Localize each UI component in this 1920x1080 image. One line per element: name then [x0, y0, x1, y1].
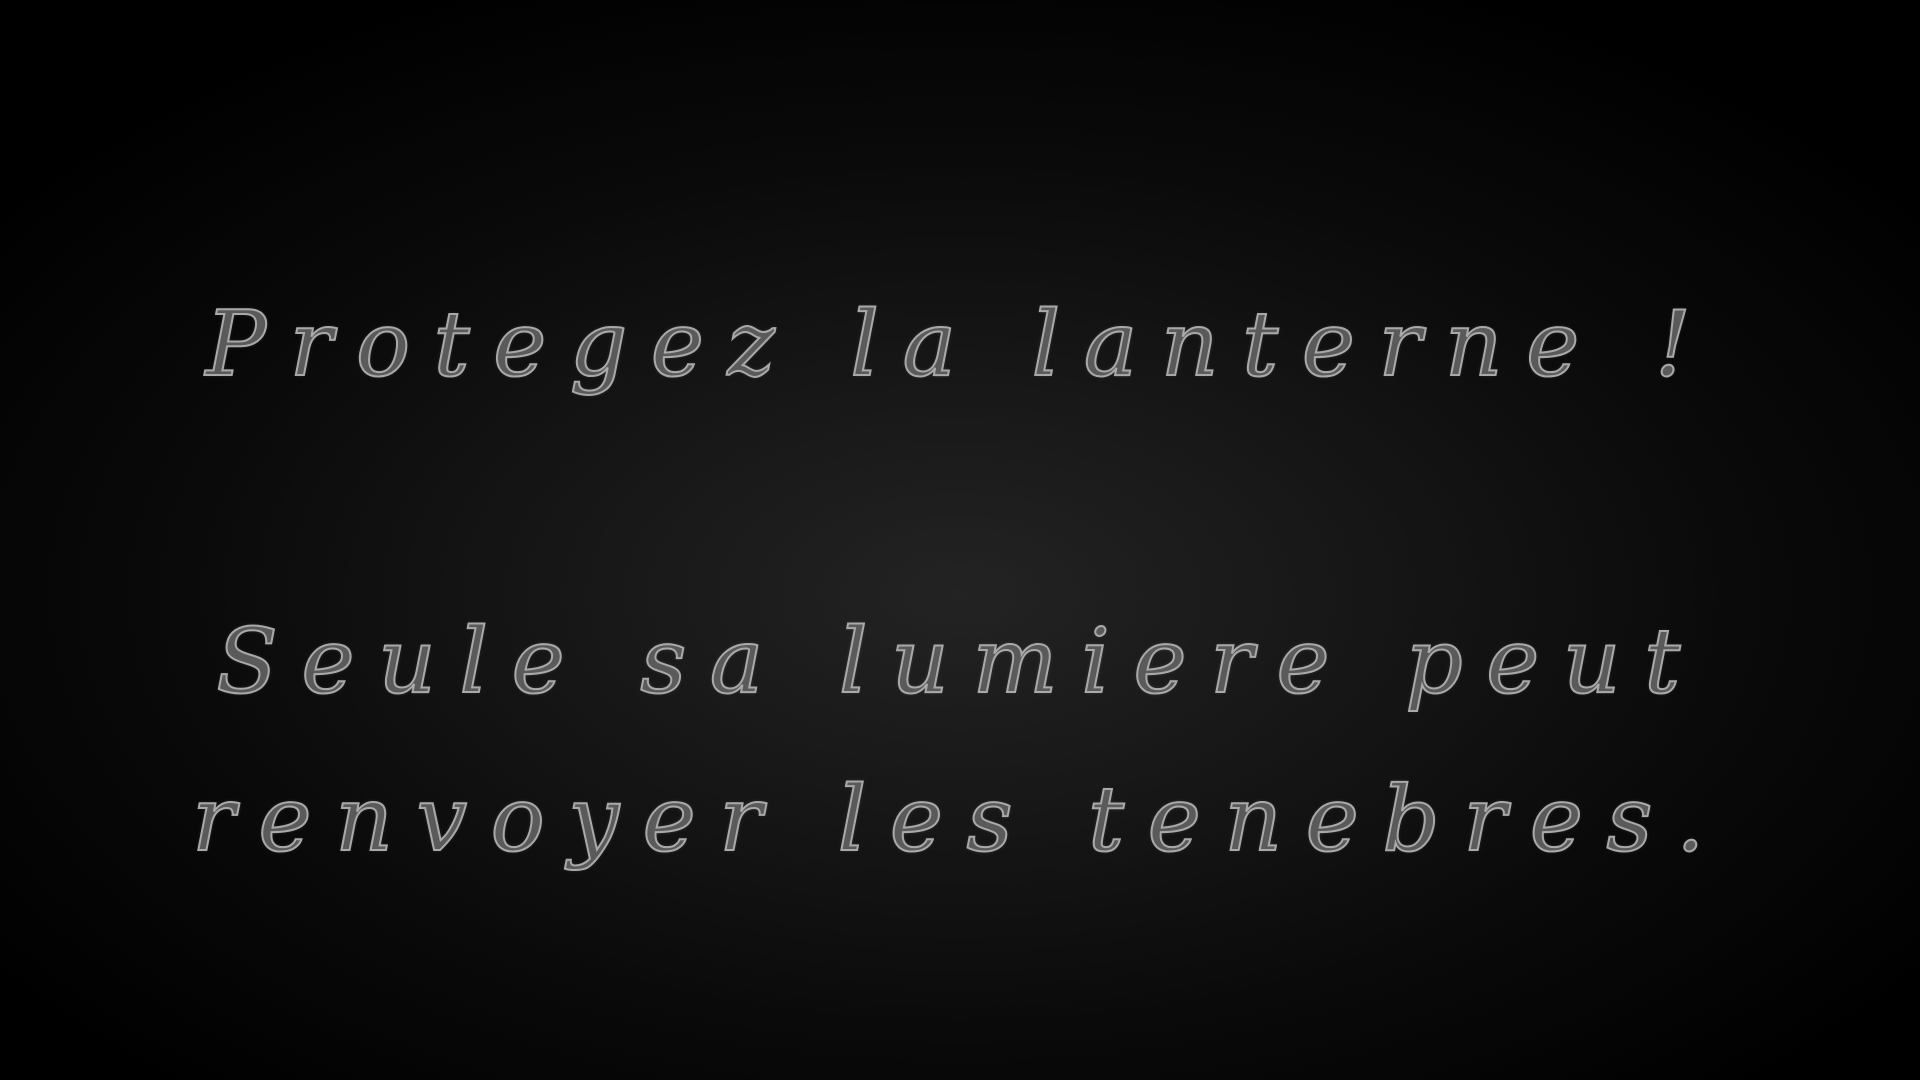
intro-line-1: Protegez la lanterne ! — [205, 292, 1715, 397]
intro-screen: Protegez la lanterne ! Seule sa lumiere … — [0, 0, 1920, 1080]
intro-line-3: renvoyer les tenebres. — [191, 767, 1728, 872]
intro-line-2: Seule sa lumiere peut — [215, 609, 1704, 714]
